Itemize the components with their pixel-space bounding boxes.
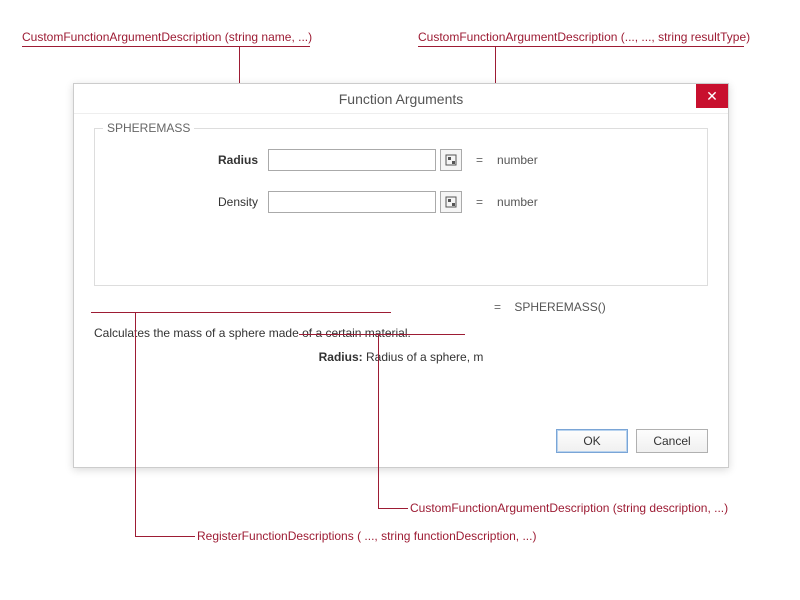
range-selector-icon — [445, 154, 457, 166]
close-button[interactable]: ✕ — [696, 84, 728, 108]
arg-input-density[interactable] — [268, 191, 436, 213]
range-selector-icon — [445, 196, 457, 208]
annotation-leader — [135, 536, 195, 537]
ok-button[interactable]: OK — [556, 429, 628, 453]
annotation-arg-name: CustomFunctionArgumentDescription (strin… — [22, 30, 312, 44]
annotation-leader — [135, 312, 136, 536]
dialog-button-row: OK Cancel — [556, 429, 708, 453]
annotation-leader — [378, 334, 379, 508]
arg-label: Density — [110, 195, 258, 209]
function-name-legend: SPHEREMASS — [103, 121, 194, 135]
arg-description-text: Radius of a sphere, m — [363, 350, 484, 364]
annotation-underline — [299, 334, 465, 335]
cancel-button[interactable]: Cancel — [636, 429, 708, 453]
annotation-leader — [378, 508, 408, 509]
arg-type: number — [497, 153, 538, 167]
equals-sign: = — [476, 153, 483, 167]
arg-type: number — [497, 195, 538, 209]
close-icon: ✕ — [706, 88, 718, 105]
annotation-arg-description: CustomFunctionArgumentDescription (strin… — [410, 501, 728, 515]
description-block: Calculates the mass of a sphere made of … — [94, 326, 708, 364]
args-fieldset: SPHEREMASS Radius = number Density = num… — [94, 128, 708, 286]
range-selector-button[interactable] — [440, 191, 462, 213]
function-arguments-dialog: Function Arguments ✕ SPHEREMASS Radius =… — [73, 83, 729, 468]
annotation-underline — [91, 312, 391, 313]
range-selector-button[interactable] — [440, 149, 462, 171]
annotation-result-type: CustomFunctionArgumentDescription (..., … — [418, 30, 750, 44]
result-value: SPHEREMASS() — [514, 300, 605, 314]
annotation-register: RegisterFunctionDescriptions ( ..., stri… — [197, 529, 536, 543]
arg-description-row: Radius: Radius of a sphere, m — [94, 350, 708, 364]
annotation-underline — [418, 46, 744, 47]
dialog-title: Function Arguments — [339, 91, 464, 107]
arg-row-density: Density = number — [110, 191, 692, 213]
dialog-body: SPHEREMASS Radius = number Density = num… — [74, 114, 728, 378]
equals-sign: = — [494, 300, 501, 314]
arg-description-name: Radius: — [319, 350, 363, 364]
annotation-underline — [22, 46, 310, 47]
dialog-titlebar: Function Arguments ✕ — [74, 84, 728, 114]
arg-label: Radius — [110, 153, 258, 167]
arg-input-radius[interactable] — [268, 149, 436, 171]
arg-row-radius: Radius = number — [110, 149, 692, 171]
function-description: Calculates the mass of a sphere made of … — [94, 326, 708, 340]
equals-sign: = — [476, 195, 483, 209]
